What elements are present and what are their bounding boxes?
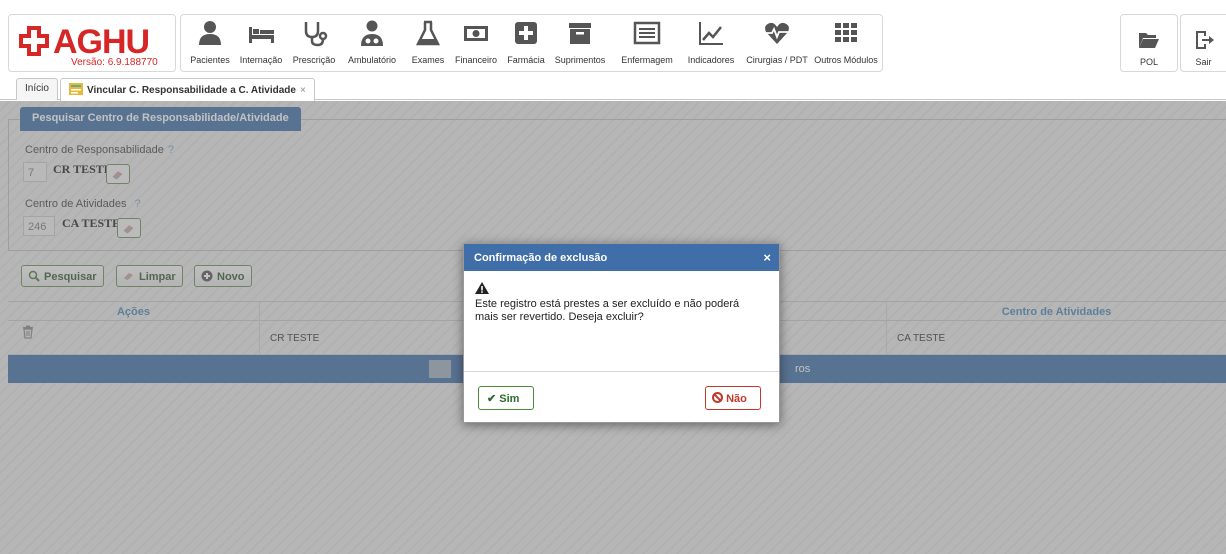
module-enfermagem[interactable]: Enfermagem	[613, 15, 681, 71]
money-icon	[464, 26, 488, 41]
delete-confirm-dialog: Confirmação de exclusão × Este registro …	[463, 243, 780, 423]
module-indicadores[interactable]: Indicadores	[681, 15, 741, 71]
folder-open-icon	[1139, 33, 1159, 48]
module-pacientes[interactable]: Pacientes	[185, 15, 235, 71]
bed-icon	[249, 27, 274, 43]
module-outros[interactable]: Outros Módulos	[813, 15, 879, 71]
line-chart-icon	[699, 22, 723, 45]
grid-icon	[835, 23, 857, 42]
module-ambulatorio[interactable]: Ambulatório	[341, 15, 403, 71]
module-exames[interactable]: Exames	[405, 15, 451, 71]
stethoscope-icon	[304, 22, 328, 47]
doctor-icon	[361, 20, 383, 46]
sair-button[interactable]: Sair	[1180, 14, 1226, 72]
pol-button[interactable]: POL	[1120, 14, 1178, 72]
tab-bar: Início Vincular C. Responsabilidade a C.…	[0, 76, 1226, 101]
person-icon	[199, 21, 221, 45]
plus-square-icon	[515, 22, 537, 44]
tab-vincular[interactable]: Vincular C. Responsabilidade a C. Ativid…	[60, 78, 315, 101]
flask-icon	[415, 20, 441, 46]
list-icon	[633, 21, 661, 45]
logo-text: AGHU	[53, 23, 150, 61]
red-cross-icon	[19, 26, 49, 56]
module-suprimentos[interactable]: Suprimentos	[549, 15, 611, 71]
ban-icon	[712, 392, 723, 403]
logout-icon	[1195, 31, 1214, 49]
app-logo[interactable]: AGHU Versão: 6.9.188770	[8, 14, 176, 72]
archive-icon	[569, 23, 591, 44]
check-icon: ✔	[487, 393, 497, 405]
tab-close-icon[interactable]: ×	[300, 85, 306, 96]
warning-icon	[475, 282, 489, 294]
top-header: AGHU Versão: 6.9.188770 Pacientes Intern…	[0, 0, 1226, 76]
nao-button[interactable]: Não	[705, 386, 761, 410]
module-cirurgias[interactable]: Cirurgias / PDT	[741, 15, 813, 71]
tab-inicio[interactable]: Início	[16, 78, 58, 100]
sim-button[interactable]: ✔ Sim	[478, 386, 534, 410]
document-icon	[69, 83, 83, 95]
module-bar: Pacientes Internação Prescrição Ambulató…	[180, 14, 883, 72]
module-financeiro[interactable]: Financeiro	[451, 15, 501, 71]
module-farmacia[interactable]: Farmácia	[503, 15, 549, 71]
module-prescricao[interactable]: Prescrição	[289, 15, 339, 71]
dialog-message: Este registro está prestes a ser excluíd…	[475, 298, 740, 323]
module-internacao[interactable]: Internação	[235, 15, 287, 71]
dialog-divider	[464, 371, 779, 372]
version-label: Versão: 6.9.188770	[71, 57, 158, 68]
dialog-title: Confirmação de exclusão	[464, 244, 779, 271]
close-icon[interactable]: ×	[763, 250, 771, 265]
heartbeat-icon	[765, 22, 789, 44]
